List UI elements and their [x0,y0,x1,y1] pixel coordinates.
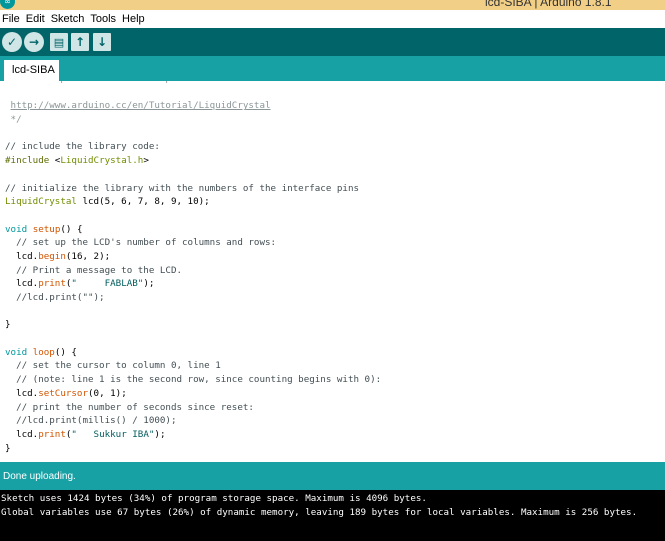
code-line: // (note: line 1 is the second row, sinc… [5,373,381,387]
code-line: LiquidCrystal lcd(5, 6, 7, 8, 9, 10); [5,195,381,209]
code-token: () { [54,346,77,358]
toolbar: ✓ → ▤ ↑ ↓ [0,28,665,56]
code-token: */ [5,114,22,126]
code-token: LiquidCrystal [5,196,77,208]
code-editor[interactable]: This example code is in the public domai… [0,81,665,462]
code-line: void loop() { [5,346,381,360]
code-line: //lcd.print(millis() / 1000); [5,414,381,428]
code-token: //lcd.print(""); [5,292,105,303]
code-token: print [38,278,66,290]
title-bar: ∞ lcd-SIBA | Arduino 1.8.1 [0,0,665,10]
code-line: // initialize the library with the numbe… [5,182,381,196]
code-line: } [5,442,381,456]
code-token: setCursor [38,387,88,399]
code-line: //lcd.print(""); [5,291,381,305]
arrow-right-icon: → [28,35,40,49]
code-token: http://www.arduino.cc/en/Tutorial/Liquid… [10,100,271,112]
menu-file[interactable]: File [0,10,23,28]
code-line: #include <LiquidCrystal.h> [5,154,381,168]
code-token: " FABLAB" [71,278,144,290]
code-token: lcd. [5,428,39,440]
code-token: ); [154,428,166,440]
code-token: " Sukkur IBA" [71,428,155,440]
code-token: print [38,428,66,440]
arrow-down-icon: ↓ [96,35,108,49]
code-token: void [5,346,28,358]
code-token: void [5,223,28,235]
code-line: // include the library code: [5,140,381,154]
code-token: (0, 1); [88,387,127,399]
code-line: http://www.arduino.cc/en/Tutorial/Liquid… [5,99,381,113]
code-token: //lcd.print(millis() / 1000); [5,415,177,427]
code-line: lcd.print(" FABLAB"); [5,277,381,291]
code-token: lcd. [5,278,39,290]
code-token: () { [60,223,83,235]
code-token: (16, 2); [65,250,111,262]
save-button[interactable]: ↓ [93,33,111,51]
code-token: // set up the LCD's number of columns an… [5,237,277,249]
checkmark-icon: ✓ [6,35,18,49]
code-line: // set the cursor to column 0, line 1 [5,359,381,373]
status-bar: Done uploading. [0,462,665,490]
code-text: This example code is in the public domai… [5,81,381,455]
new-button[interactable]: ▤ [50,33,68,51]
menu-bar: File Edit Sketch Tools Help [0,10,665,28]
code-token: // print the number of seconds since res… [5,401,254,413]
console-line: Sketch uses 1424 bytes (34%) of program … [1,493,427,504]
arduino-logo-icon: ∞ [0,0,15,9]
code-token: // Print a message to the LCD. [5,264,183,276]
code-token: loop [32,346,55,358]
code-token: < [49,155,61,167]
code-token: This example code is in the public domai… [5,81,243,84]
code-token: // (note: line 1 is the second row, sinc… [5,374,382,386]
tab-lcd-siba[interactable]: lcd-SIBA [4,60,59,81]
code-line: lcd.print(" Sukkur IBA"); [5,428,381,442]
code-line: void setup() { [5,223,381,237]
code-token: > [143,155,149,167]
console-output[interactable]: Sketch uses 1424 bytes (34%) of program … [0,490,665,541]
code-token: } [5,319,11,331]
code-token: #include [5,155,50,167]
code-line: // print the number of seconds since res… [5,401,381,415]
code-line: lcd.begin(16, 2); [5,250,381,264]
arrow-up-icon: ↑ [74,35,86,49]
code-line: // Print a message to the LCD. [5,264,381,278]
upload-button[interactable]: → [24,32,44,52]
verify-button[interactable]: ✓ [2,32,22,52]
console-line: Global variables use 67 bytes (26%) of d… [1,507,638,518]
tab-bar: lcd-SIBA [0,56,665,81]
code-token: } [5,442,11,454]
code-token: lcd. [5,250,39,262]
code-token: lcd. [5,387,39,399]
code-token: setup [32,223,61,235]
code-token: begin [38,250,66,262]
code-token: ); [143,278,155,290]
code-line: } [5,318,381,332]
open-button[interactable]: ↑ [71,33,89,51]
code-line: // set up the LCD's number of columns an… [5,236,381,250]
code-token: // include the library code: [5,141,160,153]
code-token: // initialize the library with the numbe… [5,182,360,194]
menu-help[interactable]: Help [120,10,148,28]
new-file-icon: ▤ [53,35,65,49]
code-token: lcd(5, 6, 7, 8, 9, 10); [76,196,210,208]
menu-tools[interactable]: Tools [88,10,119,28]
code-token: LiquidCrystal.h [60,155,144,167]
code-line: */ [5,113,381,127]
menu-edit[interactable]: Edit [24,10,48,28]
code-line: lcd.setCursor(0, 1); [5,387,381,401]
menu-sketch[interactable]: Sketch [49,10,88,28]
code-token: // set the cursor to column 0, line 1 [5,360,221,372]
status-message: Done uploading. [3,471,76,482]
window-title: lcd-SIBA | Arduino 1.8.1 [485,0,612,9]
